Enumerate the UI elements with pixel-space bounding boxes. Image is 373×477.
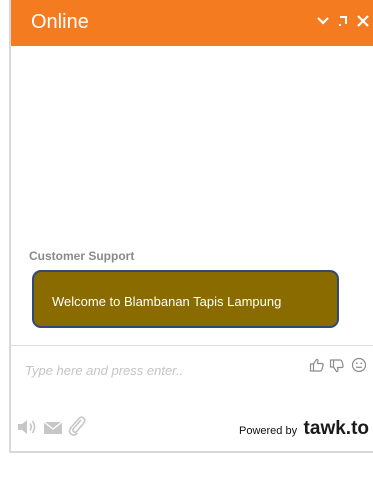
email-icon[interactable] [43, 420, 63, 436]
composer-divider [11, 345, 373, 346]
popout-icon [339, 16, 347, 26]
message-input[interactable] [25, 360, 285, 380]
sound-icon[interactable] [16, 418, 38, 436]
powered-by-label: Powered by [239, 425, 298, 437]
attachment-icon[interactable] [67, 415, 87, 437]
popout-button[interactable] [335, 12, 351, 30]
status-title: Online [31, 11, 89, 33]
close-icon [357, 15, 369, 27]
thumbs-up-icon[interactable] [309, 357, 325, 373]
chevron-down-icon [317, 17, 329, 25]
powered-by[interactable]: Powered by tawk.to [239, 418, 369, 440]
chat-widget: Online Customer Support Welcome to Blamb… [9, 0, 373, 453]
emoji-icon[interactable] [351, 357, 367, 373]
close-button[interactable] [355, 12, 371, 30]
brand-logo: tawk.to [303, 418, 369, 439]
minimize-button[interactable] [315, 12, 331, 30]
chat-header[interactable]: Online [11, 0, 373, 46]
message-bubble: Welcome to Blambanan Tapis Lampung [32, 270, 339, 328]
agent-name: Customer Support [29, 249, 135, 263]
message-text: Welcome to Blambanan Tapis Lampung [52, 294, 282, 309]
thumbs-down-icon[interactable] [329, 358, 345, 374]
